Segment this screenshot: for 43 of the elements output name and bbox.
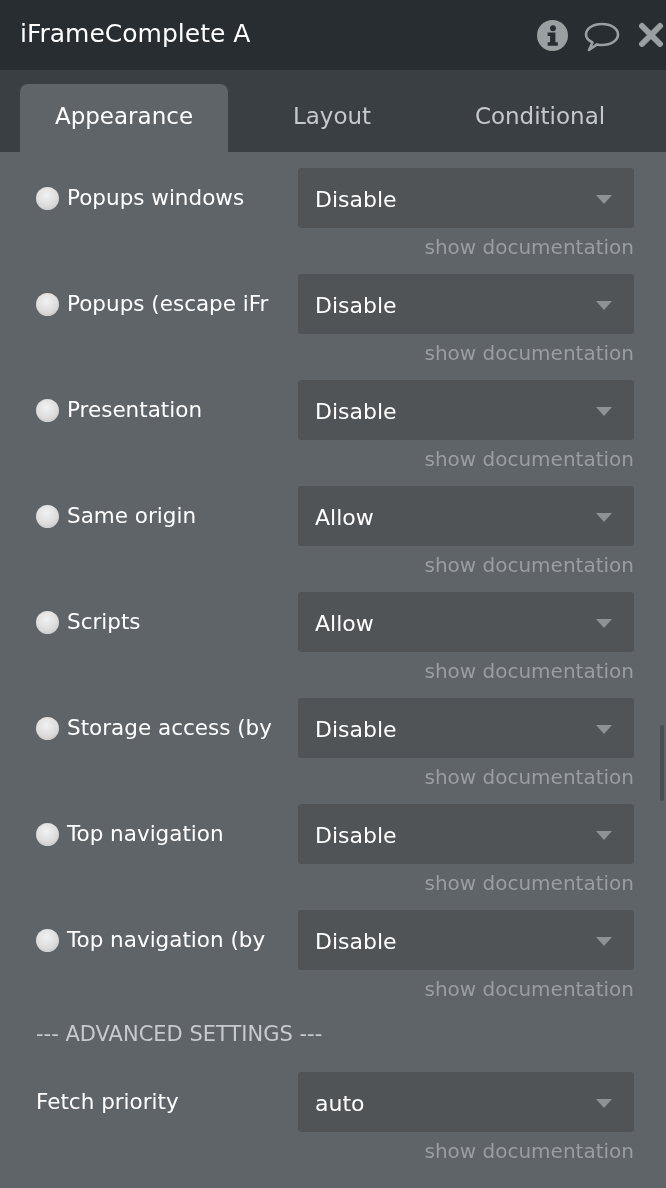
caret-icon [596, 936, 612, 946]
radio-button[interactable] [36, 186, 59, 210]
caret-icon [596, 724, 612, 734]
caret-icon [596, 830, 612, 840]
dropdown[interactable]: Allow [298, 486, 634, 546]
window-title: iFrameComplete A [20, 19, 251, 49]
setting-label: Storage access (by [67, 715, 272, 741]
caret-icon [596, 618, 612, 628]
dropdown[interactable]: Disable [298, 910, 634, 970]
setting-label: Top navigation [67, 821, 224, 847]
setting-label: Top navigation (by [67, 927, 266, 953]
radio-button[interactable] [36, 504, 59, 528]
radio-button[interactable] [36, 716, 59, 740]
dropdown[interactable]: Allow [298, 592, 634, 652]
tab[interactable]: Layout [228, 84, 436, 152]
dropdown[interactable]: Disable [298, 804, 634, 864]
radio-button[interactable] [36, 822, 59, 846]
dropdown[interactable]: Disable [298, 168, 634, 228]
setting-label: Popups (escape iFr [67, 291, 269, 317]
setting-label: Same origin [67, 503, 197, 529]
tab[interactable]: Appearance [20, 84, 228, 152]
info-icon[interactable] [537, 19, 568, 51]
setting-label: Scripts [67, 609, 141, 635]
dropdown[interactable]: Disable [298, 698, 634, 758]
dropdown[interactable]: Disable [298, 274, 634, 334]
dropdown[interactable]: auto [298, 1072, 634, 1132]
caret-icon [596, 1098, 612, 1108]
radio-button[interactable] [36, 928, 59, 952]
close-icon[interactable] [638, 22, 664, 48]
setting-label: Popups windows [67, 185, 245, 211]
dropdown[interactable]: Disable [298, 380, 634, 440]
caret-icon [596, 194, 612, 204]
radio-button[interactable] [36, 292, 59, 316]
setting-label: Fetch priority [36, 1089, 179, 1115]
setting-label: Presentation [67, 397, 203, 423]
caret-icon [596, 512, 612, 522]
caret-icon [596, 300, 612, 310]
section-heading: --- ADVANCED SETTINGS --- [36, 1022, 324, 1046]
tab[interactable]: Conditional [436, 84, 644, 152]
caret-icon [596, 406, 612, 416]
radio-button[interactable] [36, 610, 59, 634]
radio-button[interactable] [36, 398, 59, 422]
comment-icon[interactable] [584, 22, 620, 52]
